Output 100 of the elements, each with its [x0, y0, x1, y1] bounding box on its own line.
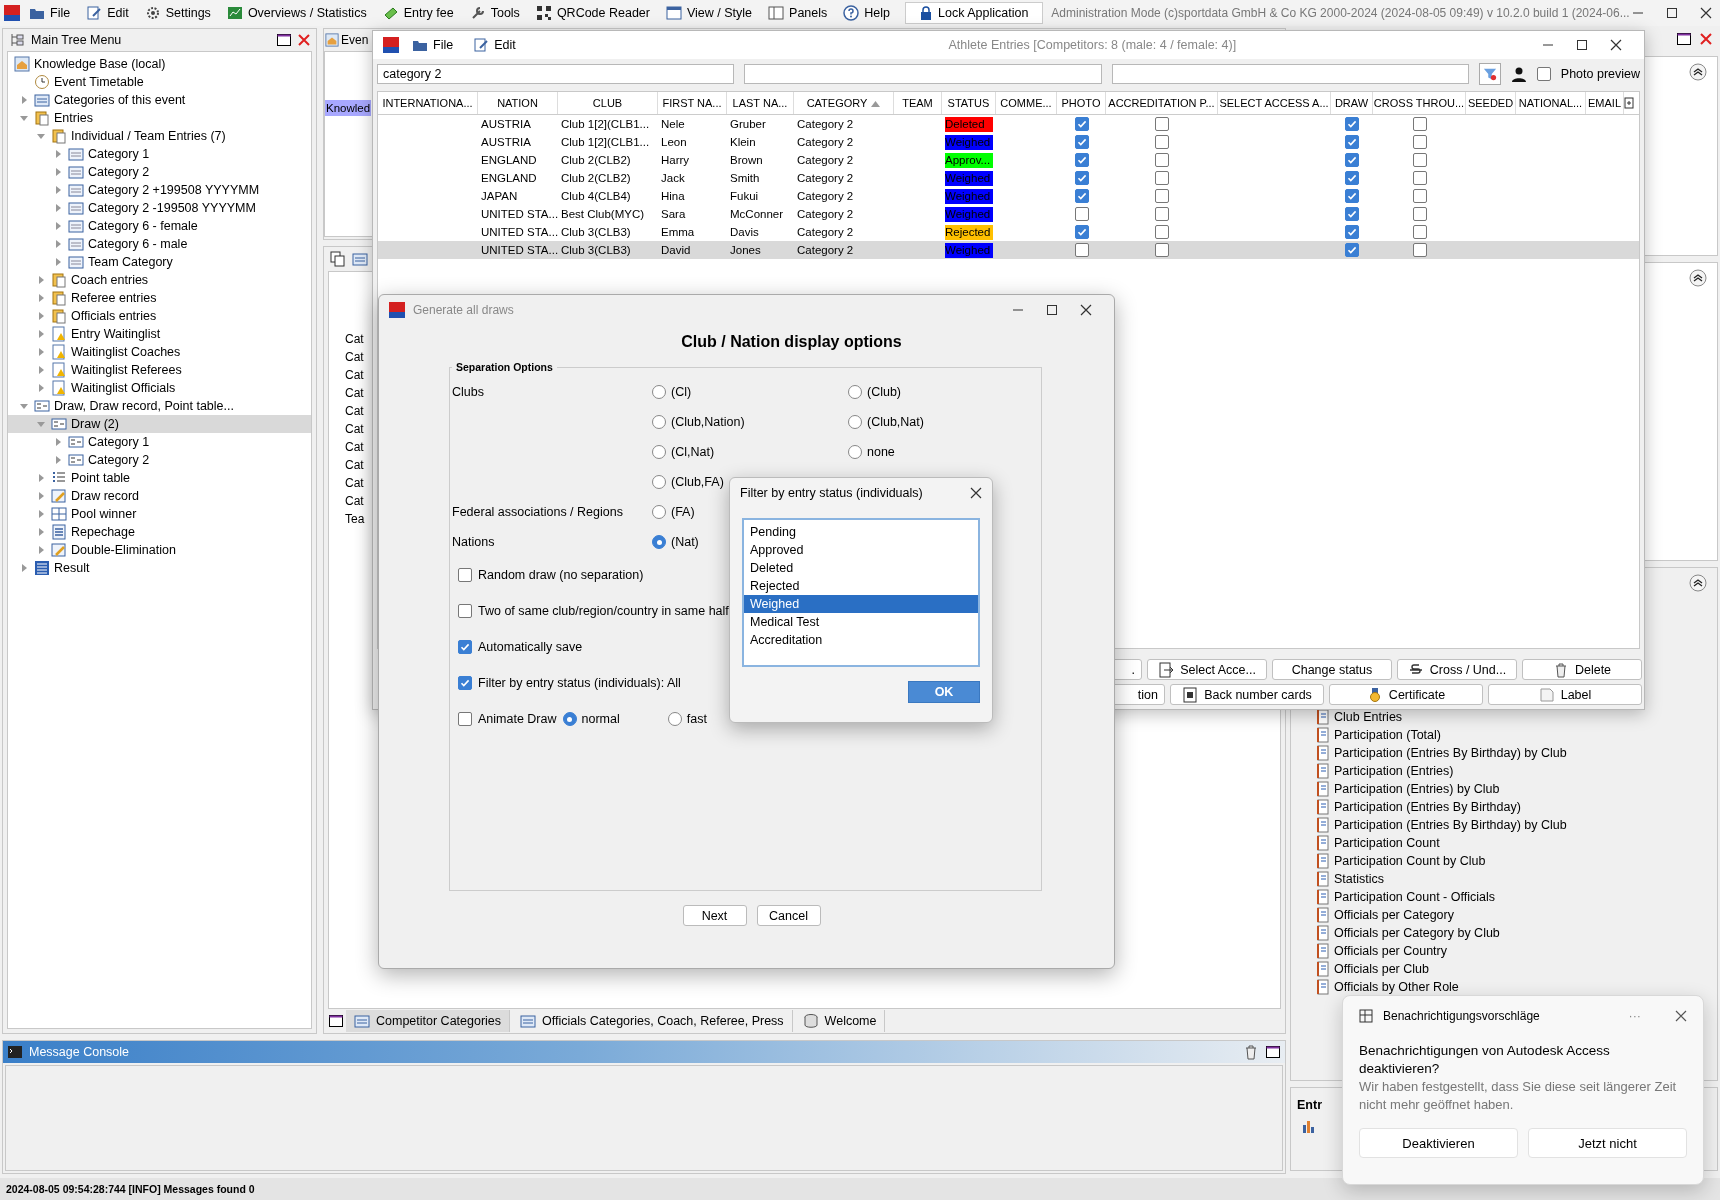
report-item[interactable]: Participation (Entries) [1317, 762, 1707, 780]
report-item[interactable]: Statistics [1317, 870, 1707, 888]
tree-item[interactable]: Draw (2) [8, 415, 311, 433]
tree-item[interactable]: Entry Waitinglist [8, 325, 311, 343]
list-item[interactable]: Cat [345, 348, 364, 366]
list-item[interactable]: Knowled [325, 100, 372, 116]
search-field[interactable]: category 2 [377, 64, 735, 84]
tree-item[interactable]: Officials entries [8, 307, 311, 325]
report-item[interactable]: Participation (Total) [1317, 726, 1707, 744]
panel-tab[interactable]: Even [324, 29, 369, 51]
menu-item[interactable]: View / Style [659, 3, 760, 23]
list-item[interactable]: Cat [345, 420, 364, 438]
report-item[interactable]: Participation Count - Officials [1317, 888, 1707, 906]
tree-item[interactable]: Categories of this event [8, 91, 311, 109]
column-header[interactable]: SELECT ACCESS A... [1218, 92, 1331, 114]
dialog-button[interactable]: Next [682, 905, 747, 926]
tree-item[interactable]: Point table [8, 469, 311, 487]
action-button[interactable]: Change status [1272, 659, 1392, 680]
tree-item[interactable]: Referee entries [8, 289, 311, 307]
list-item[interactable]: Accreditation [744, 631, 978, 649]
column-header[interactable]: PHOTO [1057, 92, 1106, 114]
report-item[interactable]: Officials per Category by Club [1317, 924, 1707, 942]
menu-item[interactable]: Overviews / Statistics [219, 3, 374, 23]
menu-item[interactable]: Help [836, 3, 897, 23]
menu-item[interactable]: Panels [761, 3, 835, 23]
list-item[interactable]: Rejected [744, 577, 978, 595]
tree-item[interactable]: Event Timetable [8, 73, 311, 91]
report-item[interactable]: Participation Count by Club [1317, 852, 1707, 870]
report-item[interactable]: Participation (Entries By Birthday) by Club [1317, 816, 1707, 834]
notification-button[interactable]: Deaktivieren [1359, 1128, 1518, 1158]
menu-item[interactable]: File [405, 35, 461, 55]
report-item[interactable]: Officials per Country [1317, 942, 1707, 960]
tree-item[interactable]: Category 2 [8, 163, 311, 181]
column-header[interactable]: LAST NA... [727, 92, 794, 114]
menu-item[interactable]: Entry fee [375, 3, 461, 23]
tree-item[interactable]: Entries [8, 109, 311, 127]
list-item[interactable]: Pending [744, 523, 978, 541]
list-item[interactable]: Cat [345, 384, 364, 402]
column-header[interactable]: COMME... [996, 92, 1057, 114]
list-item[interactable]: Cat [345, 438, 364, 456]
menu-item[interactable]: QRCode Reader [528, 3, 657, 23]
list-item[interactable]: Cat [345, 474, 364, 492]
column-header[interactable]: FIRST NA... [658, 92, 727, 114]
list-item[interactable]: Medical Test [744, 613, 978, 631]
tree-item[interactable]: Team Category [8, 253, 311, 271]
tree-item[interactable]: Repechage [8, 523, 311, 541]
tree-item[interactable]: Draw, Draw record, Point table... [8, 397, 311, 415]
ok-button[interactable]: OK [908, 681, 980, 703]
column-header[interactable]: ACCREDITATION P... [1106, 92, 1218, 114]
list-item[interactable]: Cat [345, 402, 364, 420]
column-header[interactable]: NATIONAL... [1516, 92, 1586, 114]
notification-button[interactable]: Jetzt nicht [1528, 1128, 1687, 1158]
tree-item[interactable]: Category 2 -199508 YYYYMM [8, 199, 311, 217]
menu-item[interactable]: Settings [137, 3, 218, 23]
column-header[interactable]: DRAW [1331, 92, 1373, 114]
list-item[interactable]: Cat [345, 366, 364, 384]
menu-item[interactable]: Edit [79, 3, 136, 23]
tree-item[interactable]: Category 2 [8, 451, 311, 469]
tree-item[interactable]: Waitinglist Officials [8, 379, 311, 397]
column-header[interactable]: TEAM [894, 92, 942, 114]
list-item[interactable]: Weighed [744, 595, 978, 613]
menu-item[interactable]: Edit [466, 35, 523, 55]
column-header[interactable]: INTERNATIONA... [378, 92, 478, 114]
tree-item[interactable]: Double-Elimination [8, 541, 311, 559]
column-header[interactable]: CROSS THROU... [1373, 92, 1466, 114]
tree-item[interactable]: Individual / Team Entries (7) [8, 127, 311, 145]
list-item[interactable]: Tea [345, 510, 365, 528]
tree-item[interactable]: Result [8, 559, 311, 577]
tree-item[interactable]: Category 6 - male [8, 235, 311, 253]
action-button[interactable]: Back number cards [1170, 684, 1324, 705]
tree-item[interactable]: Category 1 [8, 433, 311, 451]
report-item[interactable]: Participation Count [1317, 834, 1707, 852]
list-item[interactable]: Cat [345, 492, 364, 510]
action-button[interactable]: Delete [1522, 659, 1642, 680]
tab[interactable]: Welcome [794, 1010, 886, 1032]
action-button[interactable]: Label [1488, 684, 1642, 705]
action-button[interactable]: Select Acce... [1147, 659, 1267, 680]
tree-item[interactable]: Draw record [8, 487, 311, 505]
tree-item[interactable]: Pool winner [8, 505, 311, 523]
tree-item[interactable]: Coach entries [8, 271, 311, 289]
tree-item[interactable]: Category 1 [8, 145, 311, 163]
report-item[interactable]: Officials by Other Role [1317, 978, 1707, 996]
dialog-button[interactable]: Cancel [756, 905, 821, 926]
list-item[interactable]: Deleted [744, 559, 978, 577]
table-row[interactable]: UNITED STA... Club 3(CLB3) David Jones Category 2 Weighed [378, 241, 1639, 259]
menu-item[interactable]: File [22, 3, 78, 23]
report-item[interactable]: Participation (Entries By Birthday) [1317, 798, 1707, 816]
tree-item[interactable]: Category 2 +199508 YYYYMM [8, 181, 311, 199]
action-button[interactable]: Certificate [1329, 684, 1483, 705]
report-item[interactable]: Officials per Club [1317, 960, 1707, 978]
tab[interactable]: Officials Categories, Coach, Referee, Press [512, 1010, 793, 1032]
action-button[interactable]: Cross / Und... [1397, 659, 1517, 680]
column-header[interactable]: SEEDED [1466, 92, 1516, 114]
column-header[interactable]: NATION [478, 92, 558, 114]
report-item[interactable]: Participation (Entries) by Club [1317, 780, 1707, 798]
tree-item[interactable]: Waitinglist Coaches [8, 343, 311, 361]
menu-item[interactable]: Tools [462, 3, 527, 23]
column-header[interactable]: CATEGORY [794, 92, 894, 114]
list-item[interactable]: Approved [744, 541, 978, 559]
column-header[interactable]: STATUS [942, 92, 996, 114]
